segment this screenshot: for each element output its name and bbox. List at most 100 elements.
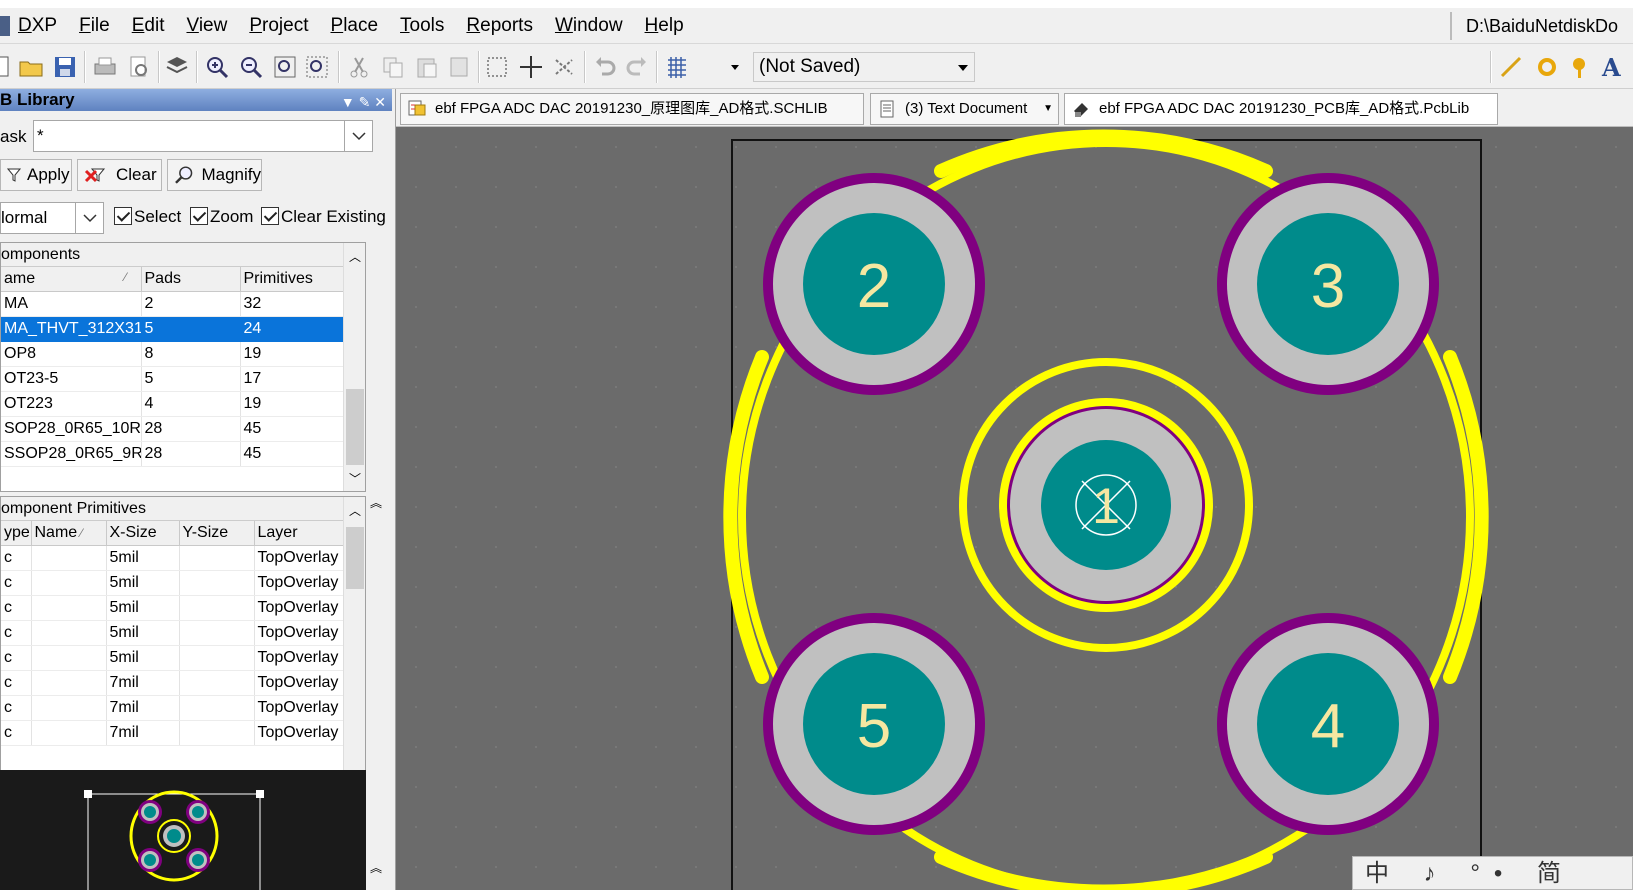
rubber-stamp-icon[interactable] bbox=[446, 54, 472, 80]
column-header-type[interactable]: ype bbox=[1, 521, 32, 546]
scroll-up-icon[interactable]: ︿ bbox=[344, 245, 366, 267]
magnify-button[interactable]: Magnify bbox=[167, 159, 262, 191]
table-row[interactable]: OT223 4 19 bbox=[1, 391, 344, 417]
table-row[interactable]: c 5mil TopOverlay bbox=[1, 570, 344, 596]
pad-2-group[interactable]: 2 bbox=[763, 173, 985, 395]
chevron-down-icon[interactable] bbox=[344, 121, 372, 151]
clear-button[interactable]: Clear bbox=[77, 159, 162, 191]
menu-dxp[interactable]: DXP bbox=[16, 8, 68, 44]
variant-combo[interactable]: (Not Saved) bbox=[753, 52, 975, 82]
menu-project[interactable]: Project bbox=[238, 8, 319, 44]
place-via-icon[interactable] bbox=[1568, 54, 1594, 80]
select-area-icon[interactable] bbox=[484, 54, 510, 80]
table-row[interactable]: c 5mil TopOverlay bbox=[1, 545, 344, 571]
close-icon[interactable]: ✕ bbox=[374, 94, 386, 110]
layers-icon[interactable] bbox=[164, 54, 190, 80]
select-checkbox[interactable]: Select bbox=[114, 207, 181, 227]
column-header-primitives[interactable]: Primitives bbox=[240, 267, 344, 292]
mask-input[interactable]: * bbox=[33, 120, 373, 152]
print-preview-icon[interactable] bbox=[126, 54, 152, 80]
menu-window[interactable]: Window bbox=[544, 8, 634, 44]
print-icon[interactable] bbox=[92, 54, 118, 80]
menu-file[interactable]: File bbox=[68, 8, 121, 44]
redo-icon[interactable] bbox=[624, 54, 650, 80]
zoom-area-icon[interactable] bbox=[304, 54, 330, 80]
menu-reports[interactable]: Reports bbox=[455, 8, 544, 44]
table-row[interactable]: SOP28_0R65_10R2 28 45 bbox=[1, 416, 344, 442]
menu-place[interactable]: Place bbox=[320, 8, 390, 44]
zoom-checkbox[interactable]: Zoom bbox=[190, 207, 253, 227]
table-row[interactable]: c 7mil TopOverlay bbox=[1, 670, 344, 696]
zoom-fit-icon[interactable] bbox=[272, 54, 298, 80]
menu-tools[interactable]: Tools bbox=[389, 8, 455, 44]
clear-existing-checkbox[interactable]: Clear Existing bbox=[261, 207, 386, 227]
zoom-in-icon[interactable] bbox=[204, 54, 230, 80]
table-cell: c bbox=[1, 570, 32, 596]
footprint-graphic[interactable]: 1 2 3 5 4 bbox=[396, 127, 1633, 890]
table-row[interactable]: c 5mil TopOverlay bbox=[1, 645, 344, 671]
tab-text-document[interactable]: (3) Text Document ▼ bbox=[870, 93, 1059, 125]
place-line-icon[interactable] bbox=[1498, 54, 1524, 80]
table-row[interactable]: SSOP28_0R65_9R7 28 45 bbox=[1, 441, 344, 467]
menu-view[interactable]: View bbox=[175, 8, 238, 44]
scroll-up-icon[interactable]: ︿ bbox=[344, 499, 366, 521]
scrollbar-thumb[interactable] bbox=[346, 389, 364, 465]
table-cell bbox=[31, 720, 107, 746]
open-folder-icon[interactable] bbox=[18, 54, 44, 80]
mask-mode-select[interactable]: lormal bbox=[0, 202, 104, 234]
undo-icon[interactable] bbox=[592, 54, 618, 80]
move-icon[interactable] bbox=[518, 54, 544, 80]
table-cell: TopOverlay bbox=[254, 620, 344, 646]
place-pad-icon[interactable] bbox=[1534, 54, 1560, 80]
zoom-out-icon[interactable] bbox=[238, 54, 264, 80]
table-cell: 45 bbox=[240, 441, 344, 467]
table-row[interactable]: OP8 8 19 bbox=[1, 341, 344, 367]
menu-edit[interactable]: Edit bbox=[121, 8, 176, 44]
panel-menu-icon[interactable]: ▼ bbox=[341, 94, 355, 110]
ime-toolbar[interactable]: 中 ♪ °• 简 ☺ bbox=[1352, 856, 1633, 890]
footprint-preview[interactable] bbox=[0, 770, 366, 890]
place-string-icon[interactable]: A bbox=[1600, 54, 1626, 80]
table-row[interactable]: c 7mil TopOverlay bbox=[1, 695, 344, 721]
tab-schlib[interactable]: ebf FPGA ADC DAC 20191230_原理图库_AD格式.SCHL… bbox=[400, 93, 864, 125]
chevron-down-icon[interactable]: ▼ bbox=[1043, 94, 1053, 124]
column-header-name[interactable]: ame ⁄ bbox=[1, 267, 142, 292]
table-cell: 5mil bbox=[106, 595, 180, 621]
menu-help[interactable]: Help bbox=[634, 8, 695, 44]
pin-icon[interactable]: ✎ bbox=[359, 94, 371, 110]
table-row[interactable]: MA_THVT_312X31: 5 24 bbox=[1, 316, 344, 342]
pad-4-group[interactable]: 4 bbox=[1217, 613, 1439, 835]
table-row[interactable]: MA 2 32 bbox=[1, 291, 344, 317]
apply-button[interactable]: Apply bbox=[0, 159, 72, 191]
tab-pcblib[interactable]: ebf FPGA ADC DAC 20191230_PCB库_AD格式.PcbL… bbox=[1064, 93, 1498, 125]
select-checkbox-box[interactable] bbox=[114, 207, 132, 225]
table-row[interactable]: c 5mil TopOverlay bbox=[1, 620, 344, 646]
zoom-checkbox-box[interactable] bbox=[190, 207, 208, 225]
components-scrollbar[interactable]: ︿ ﹀ bbox=[343, 243, 365, 491]
table-row[interactable]: OT23-5 5 17 bbox=[1, 366, 344, 392]
grid-icon[interactable] bbox=[664, 54, 690, 80]
copy-icon[interactable] bbox=[380, 54, 406, 80]
scrollbar-thumb[interactable] bbox=[346, 527, 364, 589]
pad-5-group[interactable]: 5 bbox=[763, 613, 985, 835]
save-icon[interactable] bbox=[52, 54, 78, 80]
scroll-down-icon[interactable]: ﹀ bbox=[344, 467, 366, 489]
cut-icon[interactable] bbox=[346, 54, 372, 80]
column-header-pads[interactable]: Pads bbox=[141, 267, 241, 292]
collapse-up-icon[interactable]: ︽ bbox=[370, 494, 382, 511]
table-row[interactable]: c 5mil TopOverlay bbox=[1, 595, 344, 621]
column-header-name[interactable]: Name ⁄ bbox=[31, 521, 107, 546]
pad-3-group[interactable]: 3 bbox=[1217, 173, 1439, 395]
column-header-layer[interactable]: Layer bbox=[254, 521, 344, 546]
collapse-up-icon[interactable]: ︽ bbox=[370, 859, 382, 876]
chevron-down-icon[interactable] bbox=[75, 203, 103, 233]
pcb-editor-canvas[interactable]: 1 2 3 5 4 bbox=[396, 127, 1633, 890]
paste-icon[interactable] bbox=[414, 54, 440, 80]
chevron-down-icon[interactable] bbox=[722, 54, 748, 80]
toolbar-separator bbox=[478, 51, 480, 83]
table-row[interactable]: c 7mil TopOverlay bbox=[1, 720, 344, 746]
deselect-icon[interactable] bbox=[552, 54, 578, 80]
column-header-x-size[interactable]: X-Size bbox=[106, 521, 180, 546]
clear-existing-checkbox-box[interactable] bbox=[261, 207, 279, 225]
column-header-y-size[interactable]: Y-Size bbox=[179, 521, 255, 546]
